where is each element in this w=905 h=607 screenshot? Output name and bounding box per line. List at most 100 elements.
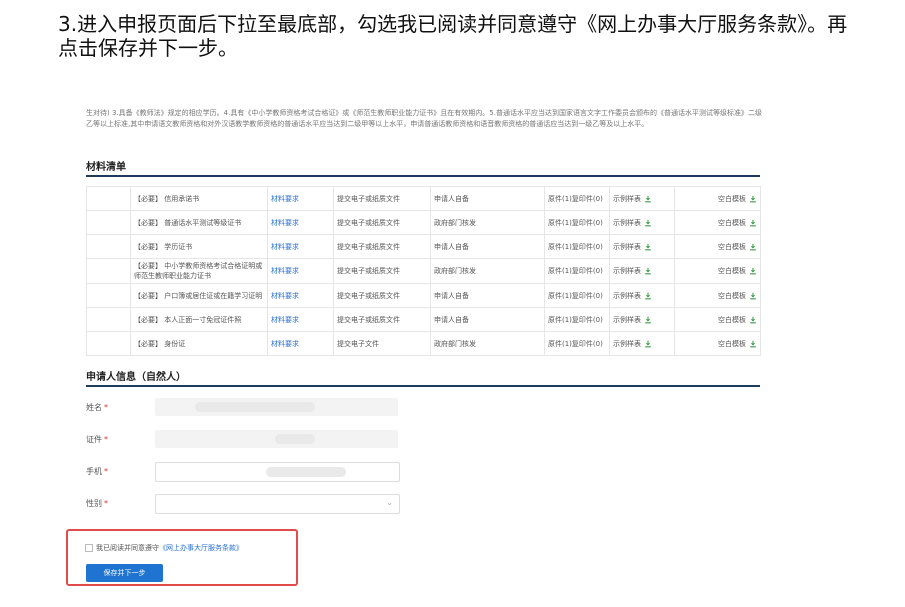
agree-checkbox[interactable] xyxy=(85,544,93,552)
copy-count: 原件(1)复印件(0) xyxy=(544,210,610,235)
materials-divider xyxy=(86,175,760,177)
copy-count: 原件(1)复印件(0) xyxy=(544,234,610,259)
gender-label: 性别 * xyxy=(86,499,108,508)
instruction-heading: 3.进入申报页面后下拉至最底部，勾选我已阅读并同意遵守《网上办事大厅服务条款》。… xyxy=(58,12,858,60)
material-requirement-link[interactable]: 材料要求 xyxy=(267,331,334,356)
row-spacer xyxy=(86,258,131,284)
agree-text: 我已阅读并同意遵守 xyxy=(96,544,159,552)
download-icon[interactable] xyxy=(746,195,757,203)
download-icon[interactable] xyxy=(746,316,757,324)
copy-count: 原件(1)复印件(0) xyxy=(544,283,610,308)
material-requirement-link[interactable]: 材料要求 xyxy=(267,234,334,259)
material-name: 【必要】 信用承诺书 xyxy=(130,186,268,211)
sample-label: 示例样表 xyxy=(613,315,641,324)
row-spacer xyxy=(86,234,131,259)
row-spacer xyxy=(86,283,131,308)
download-icon[interactable] xyxy=(746,243,757,251)
blank-template-cell: 空白模板 xyxy=(674,307,761,332)
table-row: 【必要】 普通话水平测试等级证书 材料要求 提交电子或纸质文件 政府部门核发 原件(1)… xyxy=(86,210,761,235)
sample-label: 示例样表 xyxy=(613,194,641,203)
gender-select[interactable]: ⌄ xyxy=(155,494,400,514)
blank-template-cell: 空白模板 xyxy=(674,234,761,259)
material-source: 政府部门核发 xyxy=(430,331,545,356)
sample-cell: 示例样表 xyxy=(609,307,675,332)
material-name: 【必要】 本人正面一寸免冠证件照 xyxy=(130,307,268,332)
requirements-text: 生对待) 3.具备《教师法》规定的相应学历。4.具有《中小学教师资格考试合格证》… xyxy=(86,109,762,128)
download-icon[interactable] xyxy=(641,316,652,324)
save-next-button[interactable]: 保存并下一步 xyxy=(86,564,163,582)
sample-cell: 示例样表 xyxy=(609,210,675,235)
submission-type: 提交电子或纸质文件 xyxy=(333,283,431,308)
material-source: 申请人自备 xyxy=(430,307,545,332)
material-requirement-link[interactable]: 材料要求 xyxy=(267,283,334,308)
download-icon[interactable] xyxy=(746,292,757,300)
applicant-divider xyxy=(86,385,760,387)
sample-cell: 示例样表 xyxy=(609,283,675,308)
material-requirement-link[interactable]: 材料要求 xyxy=(267,210,334,235)
download-icon[interactable] xyxy=(641,292,652,300)
sample-label: 示例样表 xyxy=(613,339,641,348)
download-icon[interactable] xyxy=(641,243,652,251)
material-name: 【必要】 普通话水平测试等级证书 xyxy=(130,210,268,235)
blank-template-cell: 空白模板 xyxy=(674,186,761,211)
material-requirement-link[interactable]: 材料要求 xyxy=(267,186,334,211)
blank-template-label: 空白模板 xyxy=(718,267,746,275)
blank-template-cell: 空白模板 xyxy=(674,331,761,356)
download-icon[interactable] xyxy=(641,219,652,227)
name-label: 姓名 * xyxy=(86,403,108,412)
table-row: 【必要】 学历证书 材料要求 提交电子或纸质文件 申请人自备 原件(1)复印件(0) 示例… xyxy=(86,234,761,259)
table-row: 【必要】 中小学教师资格考试合格证明或师范生教师职业能力证书 材料要求 提交电子或纸… xyxy=(86,258,761,284)
material-requirement-link[interactable]: 材料要求 xyxy=(267,307,334,332)
submission-type: 提交电子或纸质文件 xyxy=(333,186,431,211)
sample-label: 示例样表 xyxy=(613,291,641,300)
blank-template-label: 空白模板 xyxy=(718,242,746,251)
copy-count: 原件(1)复印件(0) xyxy=(544,331,610,356)
agreement-row: 我已阅读并同意遵守 《网上办事大厅服务条款》 xyxy=(85,543,243,553)
name-input[interactable] xyxy=(155,398,398,416)
material-source: 申请人自备 xyxy=(430,186,545,211)
sample-label: 示例样表 xyxy=(613,267,641,275)
blank-template-label: 空白模板 xyxy=(718,194,746,203)
submission-type: 提交电子或纸质文件 xyxy=(333,258,431,284)
download-icon[interactable] xyxy=(746,340,757,348)
step-number: 3. xyxy=(58,12,78,36)
material-name: 【必要】 身份证 xyxy=(130,331,268,356)
material-name: 【必要】 学历证书 xyxy=(130,234,268,259)
blank-template-label: 空白模板 xyxy=(718,339,746,348)
download-icon[interactable] xyxy=(746,267,757,275)
material-name: 【必要】 户口簿或居住证或在籍学习证明 xyxy=(130,283,268,308)
blank-template-cell: 空白模板 xyxy=(674,210,761,235)
table-row: 【必要】 本人正面一寸免冠证件照 材料要求 提交电子或纸质文件 申请人自备 原件(1)复… xyxy=(86,307,761,332)
blank-template-label: 空白模板 xyxy=(718,315,746,324)
material-name: 【必要】 中小学教师资格考试合格证明或师范生教师职业能力证书 xyxy=(130,258,268,284)
blank-template-label: 空白模板 xyxy=(718,291,746,300)
material-requirement-link[interactable]: 材料要求 xyxy=(267,258,334,284)
materials-table: 【必要】 信用承诺书 材料要求 提交电子或纸质文件 申请人自备 原件(1)复印件(0) 示… xyxy=(86,186,761,356)
row-spacer xyxy=(86,186,131,211)
material-source: 政府部门核发 xyxy=(430,210,545,235)
download-icon[interactable] xyxy=(746,219,757,227)
download-icon[interactable] xyxy=(641,340,652,348)
sample-cell: 示例样表 xyxy=(609,331,675,356)
copy-count: 原件(1)复印件(0) xyxy=(544,258,610,284)
table-row: 【必要】 信用承诺书 材料要求 提交电子或纸质文件 申请人自备 原件(1)复印件(0) 示… xyxy=(86,186,761,211)
material-source: 申请人自备 xyxy=(430,234,545,259)
row-spacer xyxy=(86,331,131,356)
phone-label: 手机 * xyxy=(86,467,108,476)
applicant-title: 申请人信息（自然人） xyxy=(86,372,186,383)
download-icon[interactable] xyxy=(641,267,652,275)
table-row: 【必要】 户口簿或居住证或在籍学习证明 材料要求 提交电子或纸质文件 申请人自备 原件(… xyxy=(86,283,761,308)
phone-input[interactable] xyxy=(155,462,400,482)
row-spacer xyxy=(86,307,131,332)
terms-link[interactable]: 《网上办事大厅服务条款》 xyxy=(159,543,243,553)
material-source: 申请人自备 xyxy=(430,283,545,308)
blank-template-cell: 空白模板 xyxy=(674,258,761,284)
submission-type: 提交电子或纸质文件 xyxy=(333,210,431,235)
table-row: 【必要】 身份证 材料要求 提交电子文件 政府部门核发 原件(1)复印件(0) 示例样表 空… xyxy=(86,331,761,356)
sample-label: 示例样表 xyxy=(613,218,641,227)
id-number-input[interactable] xyxy=(155,430,398,448)
materials-title: 材料清单 xyxy=(86,162,126,173)
submission-type: 提交电子或纸质文件 xyxy=(333,234,431,259)
material-source: 政府部门核发 xyxy=(430,258,545,284)
download-icon[interactable] xyxy=(641,195,652,203)
